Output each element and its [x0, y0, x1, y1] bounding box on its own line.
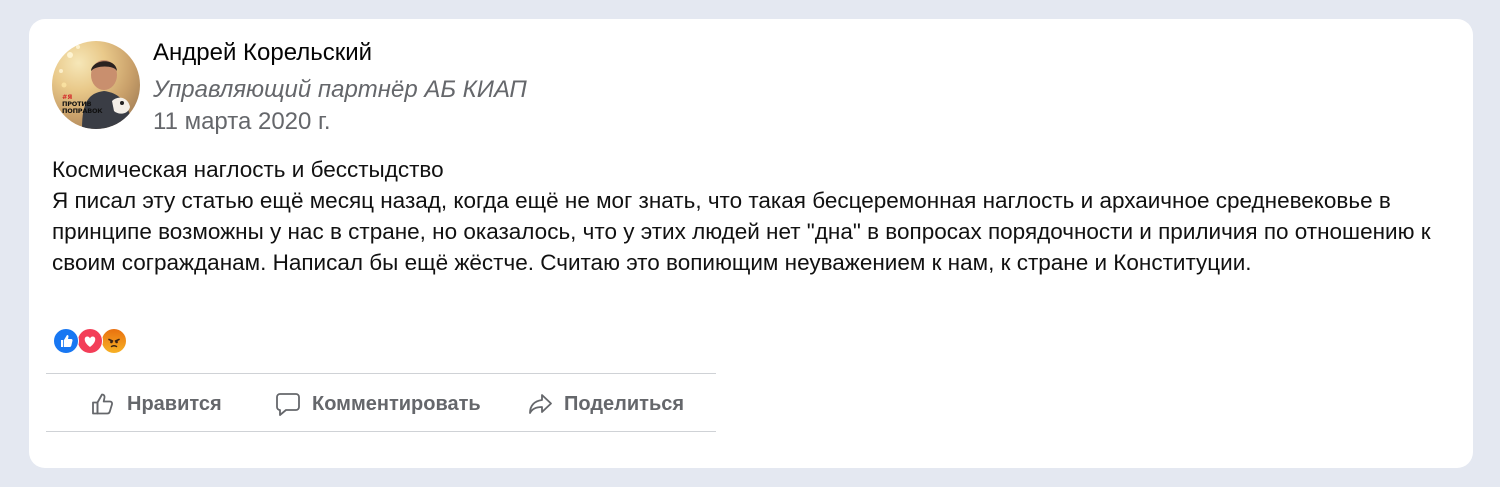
divider-bottom	[46, 431, 716, 432]
post-paragraph: Я писал эту статью ещё месяц назад, когд…	[52, 188, 1431, 275]
comment-button-label: Комментировать	[312, 392, 481, 415]
divider-top	[46, 373, 716, 374]
share-icon	[529, 394, 552, 414]
comment-icon	[276, 393, 300, 416]
reactions-summary[interactable]	[53, 328, 133, 354]
author-name[interactable]: Андрей Корельский	[153, 39, 372, 67]
angry-icon	[101, 328, 127, 354]
like-icon	[53, 328, 79, 354]
post-date[interactable]: 11 марта 2020 г.	[153, 108, 331, 136]
post-card: #Я ПРОТИВ ПОПРАВОК Андрей Корельский Упр…	[29, 19, 1473, 468]
avatar-photo	[59, 45, 132, 129]
avatar-badge: #Я ПРОТИВ ПОПРАВОК	[62, 94, 103, 115]
thumbs-up-icon	[92, 393, 113, 415]
share-button-label: Поделиться	[564, 392, 685, 415]
love-icon	[77, 328, 103, 354]
share-button[interactable]: Поделиться	[526, 388, 684, 420]
like-button-label: Нравится	[127, 392, 222, 415]
author-role: Управляющий партнёр АБ КИАП	[153, 76, 527, 103]
post-title: Космическая наглость и бесстыдство	[52, 157, 444, 182]
avatar-badge-line-3: ПОПРАВОК	[62, 107, 103, 115]
post-text: Космическая наглость и бесстыдство Я пис…	[52, 154, 1457, 278]
comment-button[interactable]: Комментировать	[274, 388, 481, 420]
avatar[interactable]: #Я ПРОТИВ ПОПРАВОК	[52, 41, 140, 129]
like-button[interactable]: Нравится	[89, 388, 222, 420]
